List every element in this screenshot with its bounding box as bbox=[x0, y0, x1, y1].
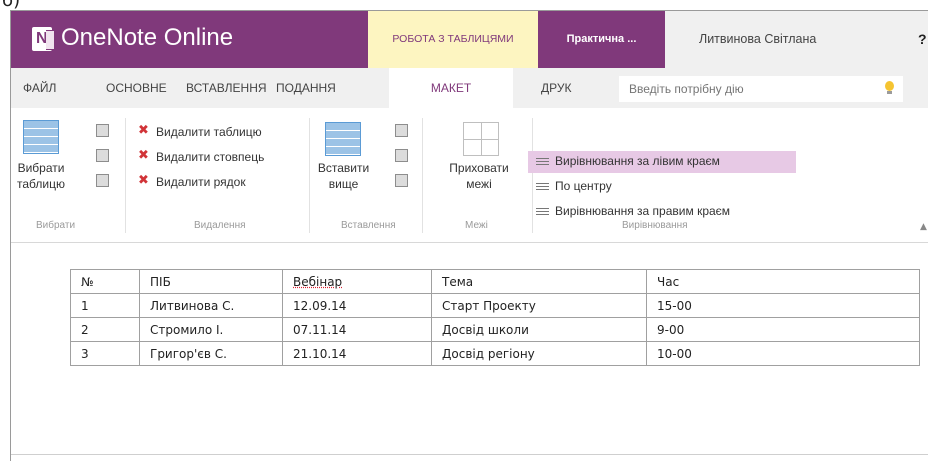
group-label-delete: Видалення bbox=[194, 220, 246, 231]
table-cell[interactable]: Стромило І. bbox=[139, 317, 283, 342]
table-header-cell[interactable]: № bbox=[70, 269, 140, 294]
ribbon-panel: Вибрати таблицю Вибрати ✖ Видалити табли… bbox=[11, 108, 928, 243]
group-label-insert: Вставлення bbox=[341, 220, 396, 231]
tab-print[interactable]: ДРУК bbox=[541, 68, 571, 108]
table-cell[interactable]: 10-00 bbox=[646, 341, 920, 366]
align-center-button[interactable]: По центру bbox=[555, 179, 612, 193]
group-divider bbox=[309, 118, 310, 233]
table-cell[interactable]: 2 bbox=[70, 317, 140, 342]
table-cell[interactable]: 12.09.14 bbox=[282, 293, 432, 318]
table-cell[interactable]: Досвід регіону bbox=[431, 341, 647, 366]
tab-home[interactable]: ОСНОВНЕ bbox=[106, 68, 167, 108]
group-divider bbox=[125, 118, 126, 233]
table-row: 3 Григор'єв С. 21.10.14 Досвід регіону 1… bbox=[70, 341, 920, 366]
insert-above-label-1[interactable]: Вставити bbox=[311, 161, 376, 175]
delete-table-button[interactable]: Видалити таблицю bbox=[156, 125, 262, 139]
insert-left-icon[interactable] bbox=[395, 149, 408, 162]
select-table-label-1[interactable]: Вибрати bbox=[11, 161, 71, 175]
align-left-button[interactable]: Вирівнювання за лівим краєм bbox=[555, 154, 720, 168]
group-label-select: Вибрати bbox=[36, 220, 76, 231]
table-cell[interactable]: Старт Проекту bbox=[431, 293, 647, 318]
collapse-ribbon-icon[interactable]: ▲ bbox=[920, 222, 927, 232]
group-divider bbox=[422, 118, 423, 233]
select-row-icon[interactable] bbox=[96, 149, 109, 162]
select-cell-icon[interactable] bbox=[96, 174, 109, 187]
table-cell[interactable]: Григор'єв С. bbox=[139, 341, 283, 366]
insert-above-icon bbox=[325, 122, 361, 156]
table-row: 1 Литвинова С. 12.09.14 Старт Проекту 15… bbox=[70, 293, 920, 318]
insert-below-icon[interactable] bbox=[395, 124, 408, 137]
table-grid-icon bbox=[23, 120, 59, 154]
tab-view[interactable]: ПОДАННЯ bbox=[276, 68, 336, 108]
select-column-icon[interactable] bbox=[96, 124, 109, 137]
table-header-row: № ПІБ Вебінар Тема Час bbox=[70, 269, 920, 294]
group-divider bbox=[532, 118, 533, 233]
table-header-cell[interactable]: ПІБ bbox=[139, 269, 283, 294]
group-label-alignment: Вирівнювання bbox=[622, 220, 688, 231]
delete-row-button[interactable]: Видалити рядок bbox=[156, 175, 246, 189]
context-tab-table-tools[interactable]: РОБОТА З ТАБЛИЦЯМИ bbox=[368, 11, 538, 68]
table-cell[interactable]: 1 bbox=[70, 293, 140, 318]
app-brand-area: N OneNote Online bbox=[11, 11, 368, 68]
tab-file[interactable]: ФАЙЛ bbox=[23, 68, 56, 108]
onenote-logo-icon: N bbox=[32, 27, 55, 51]
document-name-tab[interactable]: Практична ... bbox=[538, 11, 665, 68]
table-header-cell[interactable]: Тема bbox=[431, 269, 647, 294]
hide-borders-label-2[interactable]: межі bbox=[439, 177, 519, 191]
insert-right-icon[interactable] bbox=[395, 174, 408, 187]
app-title[interactable]: OneNote Online bbox=[61, 24, 233, 52]
delete-column-button[interactable]: Видалити стовпець bbox=[156, 150, 264, 164]
insert-above-label-2[interactable]: вище bbox=[311, 177, 376, 191]
tell-me-input[interactable] bbox=[619, 76, 869, 102]
align-right-icon bbox=[536, 208, 549, 217]
delete-column-icon: ✖ bbox=[138, 148, 149, 163]
table-cell[interactable]: 3 bbox=[70, 341, 140, 366]
hide-borders-icon bbox=[463, 122, 499, 156]
table-header-cell[interactable]: Вебінар bbox=[282, 269, 432, 294]
lightbulb-icon bbox=[885, 81, 894, 94]
hide-borders-label-1[interactable]: Приховати bbox=[439, 161, 519, 175]
table-cell[interactable]: 9-00 bbox=[646, 317, 920, 342]
align-left-icon bbox=[536, 158, 549, 167]
align-right-button[interactable]: Вирівнювання за правим краєм bbox=[555, 204, 730, 218]
spellcheck-word: Вебінар bbox=[293, 274, 343, 289]
title-bar: N OneNote Online РОБОТА З ТАБЛИЦЯМИ Прак… bbox=[11, 11, 928, 68]
document-table: № ПІБ Вебінар Тема Час 1 Литвинова С. 12… bbox=[70, 269, 920, 366]
align-center-icon bbox=[536, 183, 549, 192]
delete-table-icon: ✖ bbox=[138, 123, 149, 138]
help-button[interactable]: ? bbox=[918, 11, 927, 68]
table-header-cell[interactable]: Час bbox=[646, 269, 920, 294]
table-cell[interactable]: Литвинова С. bbox=[139, 293, 283, 318]
table-cell[interactable]: 21.10.14 bbox=[282, 341, 432, 366]
tab-layout[interactable]: МАКЕТ bbox=[389, 68, 513, 108]
table-cell[interactable]: Досвід школи bbox=[431, 317, 647, 342]
select-table-label-2[interactable]: таблицю bbox=[11, 177, 71, 191]
delete-row-icon: ✖ bbox=[138, 173, 149, 188]
group-label-borders: Межі bbox=[465, 220, 488, 231]
tab-insert[interactable]: ВСТАВЛЕННЯ bbox=[186, 68, 267, 108]
user-name[interactable]: Литвинова Світлана bbox=[699, 11, 816, 68]
tell-me-box[interactable] bbox=[619, 76, 903, 102]
table-cell[interactable]: 15-00 bbox=[646, 293, 920, 318]
ribbon-tab-bar: ФАЙЛ ОСНОВНЕ ВСТАВЛЕННЯ ПОДАННЯ МАКЕТ ДР… bbox=[11, 68, 928, 108]
table-cell[interactable]: 07.11.14 bbox=[282, 317, 432, 342]
table-row: 2 Стромило І. 07.11.14 Досвід школи 9-00 bbox=[70, 317, 920, 342]
